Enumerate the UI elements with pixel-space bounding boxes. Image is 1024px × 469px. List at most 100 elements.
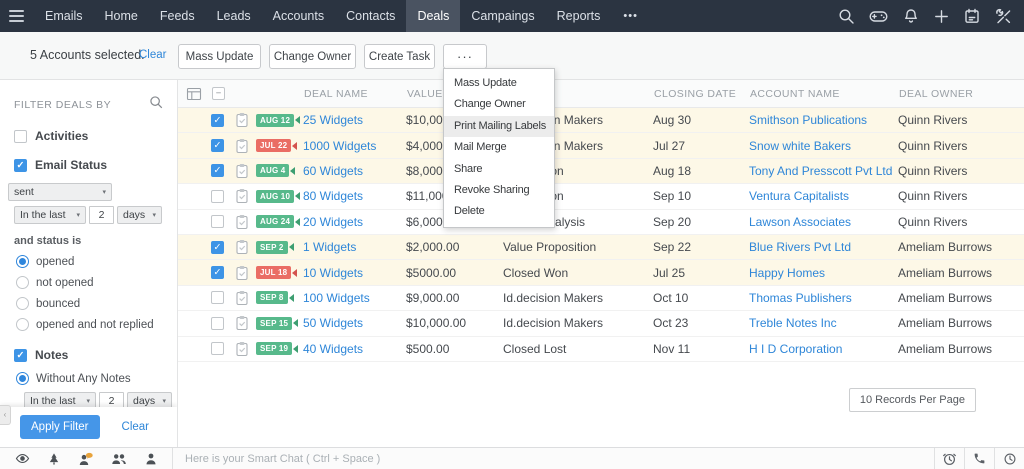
clear-selection-link[interactable]: Clear <box>139 49 166 61</box>
phone-icon[interactable] <box>964 447 994 469</box>
smart-chat-input[interactable]: Here is your Smart Chat ( Ctrl + Space ) <box>185 453 934 465</box>
alarm-icon[interactable] <box>934 447 964 469</box>
row-checkbox[interactable] <box>211 266 224 280</box>
menu-item-mass-update[interactable]: Mass Update <box>444 73 554 94</box>
task-clipboard-icon[interactable] <box>234 265 250 281</box>
users-icon[interactable] <box>111 452 127 465</box>
search-icon[interactable] <box>838 8 854 24</box>
account-name-link[interactable]: Snow white Bakers <box>749 139 851 153</box>
menu-item-mail-merge[interactable]: Mail Merge <box>444 137 554 158</box>
apply-filter-button[interactable]: Apply Filter <box>20 415 100 439</box>
task-clipboard-icon[interactable] <box>234 315 250 331</box>
task-clipboard-icon[interactable] <box>234 163 250 179</box>
account-name-link[interactable]: Happy Homes <box>749 266 825 280</box>
email-unit-select[interactable]: days ▾ <box>117 206 162 224</box>
row-checkbox[interactable] <box>211 291 224 305</box>
account-name-link[interactable]: Smithson Publications <box>749 113 867 127</box>
radio-opened-not-replied[interactable] <box>16 318 29 331</box>
nav-item-campaings[interactable]: Campaings <box>460 0 545 32</box>
deal-name-link[interactable]: 20 Widgets <box>303 215 363 229</box>
user-icon[interactable] <box>144 452 158 465</box>
radio-bounced[interactable] <box>16 297 29 310</box>
row-checkbox[interactable] <box>211 342 224 356</box>
deal-name-link[interactable]: 50 Widgets <box>303 316 363 330</box>
email-period-select[interactable]: In the last ▾ <box>14 206 86 224</box>
radio-without-any-notes[interactable] <box>16 372 29 385</box>
row-checkbox[interactable] <box>211 189 224 203</box>
row-checkbox[interactable] <box>211 240 224 254</box>
deal-name-link[interactable]: 25 Widgets <box>303 113 363 127</box>
column-header-closing-date[interactable]: CLOSING DATE <box>654 88 750 100</box>
deal-name-link[interactable]: 100 Widgets <box>303 291 370 305</box>
account-name-link[interactable]: H I D Corporation <box>749 342 842 356</box>
nav-item-accounts[interactable]: Accounts <box>262 0 335 32</box>
row-checkbox[interactable] <box>211 215 224 229</box>
deal-name-link[interactable]: 60 Widgets <box>303 164 363 178</box>
gamepad-icon[interactable] <box>869 8 888 24</box>
column-header-deal-owner[interactable]: DEAL OWNER <box>899 88 1024 100</box>
nav-item-home[interactable]: Home <box>94 0 149 32</box>
email-days-count-input[interactable]: 2 <box>89 206 114 224</box>
deal-name-link[interactable]: 40 Widgets <box>303 342 363 356</box>
task-clipboard-icon[interactable] <box>234 239 250 255</box>
row-checkbox[interactable] <box>211 139 224 153</box>
hamburger-menu-icon[interactable] <box>9 7 24 25</box>
clear-filter-link[interactable]: Clear <box>122 421 149 433</box>
deal-name-link[interactable]: 10 Widgets <box>303 266 363 280</box>
task-clipboard-icon[interactable] <box>234 188 250 204</box>
account-name-link[interactable]: Tony And Presscott Pvt Ltd <box>749 164 892 178</box>
radio-opened[interactable] <box>16 255 29 268</box>
task-clipboard-icon[interactable] <box>234 290 250 306</box>
email-status-checkbox[interactable] <box>14 158 27 172</box>
sidebar-collapse-handle[interactable]: ‹ <box>0 405 11 425</box>
row-checkbox[interactable] <box>211 113 224 127</box>
notes-checkbox[interactable] <box>14 348 27 362</box>
change-owner-button[interactable]: Change Owner <box>269 44 356 69</box>
mass-update-button[interactable]: Mass Update <box>178 44 261 69</box>
more-actions-button[interactable]: ··· <box>443 44 487 69</box>
email-type-select[interactable]: sent ▾ <box>8 183 112 201</box>
menu-item-share[interactable]: Share <box>444 159 554 180</box>
add-icon[interactable] <box>934 9 949 24</box>
bell-icon[interactable] <box>903 8 919 24</box>
nav-item-emails[interactable]: Emails <box>34 0 94 32</box>
account-name-link[interactable]: Treble Notes Inc <box>749 316 837 330</box>
task-clipboard-icon[interactable] <box>234 214 250 230</box>
deal-name-link[interactable]: 1 Widgets <box>303 240 356 254</box>
deal-name-link[interactable]: 1000 Widgets <box>303 139 376 153</box>
nav-item-leads[interactable]: Leads <box>206 0 262 32</box>
nav-item-reports[interactable]: Reports <box>546 0 612 32</box>
nav-overflow-button[interactable]: ••• <box>611 1 650 31</box>
row-checkbox[interactable] <box>211 316 224 330</box>
nav-item-feeds[interactable]: Feeds <box>149 0 206 32</box>
task-clipboard-icon[interactable] <box>234 138 250 154</box>
menu-item-change-owner[interactable]: Change Owner <box>444 94 554 115</box>
records-per-page-select[interactable]: 10 Records Per Page <box>848 388 976 412</box>
clock-icon[interactable] <box>994 447 1024 469</box>
account-name-link[interactable]: Thomas Publishers <box>749 291 852 305</box>
calendar-icon[interactable] <box>964 8 980 24</box>
filter-search-icon[interactable] <box>149 95 163 114</box>
task-clipboard-icon[interactable] <box>234 112 250 128</box>
activities-checkbox[interactable] <box>14 129 27 143</box>
menu-item-revoke-sharing[interactable]: Revoke Sharing <box>444 180 554 201</box>
menu-item-print-mailing-labels[interactable]: Print Mailing Labels <box>444 115 554 138</box>
eye-icon[interactable] <box>15 452 30 465</box>
tools-icon[interactable] <box>995 8 1011 24</box>
select-all-checkbox[interactable] <box>212 87 225 100</box>
radio-not-opened[interactable] <box>16 276 29 289</box>
nav-item-contacts[interactable]: Contacts <box>335 0 406 32</box>
deal-name-link[interactable]: 80 Widgets <box>303 189 363 203</box>
account-name-link[interactable]: Blue Rivers Pvt Ltd <box>749 240 851 254</box>
account-name-link[interactable]: Lawson Associates <box>749 215 851 229</box>
table-settings-icon[interactable] <box>186 86 203 102</box>
nav-item-deals[interactable]: Deals <box>406 0 461 32</box>
tree-icon[interactable] <box>47 452 61 466</box>
task-clipboard-icon[interactable] <box>234 341 250 357</box>
column-header-account-name[interactable]: ACCOUNT NAME <box>750 88 899 100</box>
row-checkbox[interactable] <box>211 164 224 178</box>
chat-user-icon[interactable] <box>78 452 94 466</box>
create-task-button[interactable]: Create Task <box>364 44 435 69</box>
menu-item-delete[interactable]: Delete <box>444 201 554 222</box>
account-name-link[interactable]: Ventura Capitalists <box>749 189 849 203</box>
